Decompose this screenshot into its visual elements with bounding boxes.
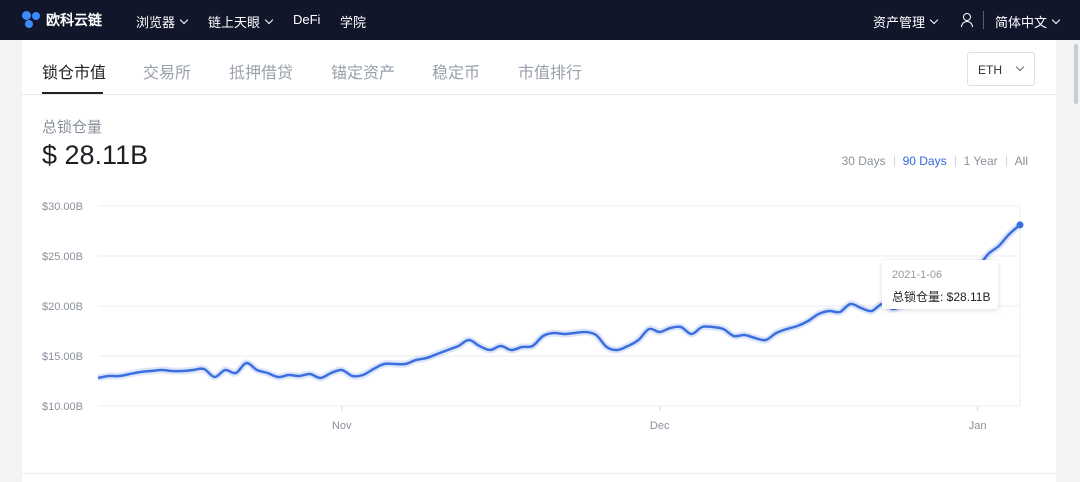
brand-name: 欧科云链 <box>46 12 102 28</box>
chevron-down-icon <box>1051 15 1061 24</box>
nav-defi-label: DeFi <box>293 12 321 27</box>
top-navbar: 欧科云链 浏览器 链上天眼 DeFi 学院 资产管理 简体中文 <box>0 0 1080 40</box>
y-tick-label: $25.00B <box>42 251 83 263</box>
range-divider <box>954 155 956 167</box>
nav-onchain-eye-label: 链上天眼 <box>208 15 261 30</box>
tooltip-date: 2021-1-06 <box>892 269 943 281</box>
time-range-selector: 30 Days 90 Days 1 Year All <box>842 154 1028 168</box>
range-30-days[interactable]: 30 Days <box>842 154 886 168</box>
tooltip-value: 总锁仓量: $28.11B <box>892 290 991 304</box>
nav-academy-label: 学院 <box>340 15 367 30</box>
language-label: 简体中文 <box>995 15 1048 30</box>
nav-defi[interactable]: DeFi <box>293 12 320 27</box>
tab-pegged-assets[interactable]: 锚定资产 <box>331 59 395 83</box>
language-selector[interactable]: 简体中文 <box>995 12 1061 31</box>
currency-select-value: ETH <box>978 63 1002 77</box>
tvl-value: $ 28.11B <box>42 140 149 170</box>
x-tick-label: Dec <box>650 420 670 432</box>
nav-onchain-eye[interactable]: 链上天眼 <box>208 12 274 31</box>
chevron-down-icon <box>179 15 189 24</box>
series-last-point[interactable] <box>1016 221 1024 229</box>
category-tabs: 锁仓市值 交易所 抵押借贷 锚定资产 稳定币 市值排行 ETH <box>22 40 1056 95</box>
tab-lending[interactable]: 抵押借贷 <box>229 59 293 83</box>
nav-asset-management[interactable]: 资产管理 <box>873 12 939 31</box>
tab-exchange[interactable]: 交易所 <box>143 59 191 83</box>
active-tab-indicator <box>42 92 103 94</box>
currency-select[interactable]: ETH <box>967 52 1035 86</box>
range-1-year[interactable]: 1 Year <box>964 154 998 168</box>
y-tick-label: $15.00B <box>42 351 83 363</box>
y-tick-label: $20.00B <box>42 301 83 313</box>
range-all[interactable]: All <box>1015 154 1028 168</box>
scrollbar-thumb[interactable] <box>1074 44 1078 104</box>
tab-market-cap-ranking[interactable]: 市值排行 <box>518 59 582 83</box>
nav-browser[interactable]: 浏览器 <box>136 12 189 31</box>
range-90-days[interactable]: 90 Days <box>903 154 947 168</box>
nav-academy[interactable]: 学院 <box>340 12 366 31</box>
tvl-line-chart[interactable]: $10.00B $15.00B $20.00B $25.00B $30.00B Nov De… <box>22 190 1056 440</box>
brand-logo[interactable]: 欧科云链 <box>22 11 102 29</box>
tvl-card: 锁仓市值 交易所 抵押借贷 锚定资产 稳定币 市值排行 ETH 总锁仓量 $ 2… <box>22 40 1056 482</box>
x-tick-label: Nov <box>332 420 352 432</box>
range-divider <box>1005 155 1007 167</box>
chevron-down-icon <box>929 15 939 24</box>
chart-tooltip: 2021-1-06 总锁仓量: $28.11B <box>882 260 998 309</box>
tab-stablecoins[interactable]: 稳定币 <box>432 59 480 83</box>
y-tick-label: $10.00B <box>42 401 83 413</box>
y-tick-label: $30.00B <box>42 201 83 213</box>
nav-asset-management-label: 资产管理 <box>873 15 926 30</box>
tvl-label: 总锁仓量 <box>42 119 103 136</box>
x-tick-label: Jan <box>969 420 987 432</box>
chevron-down-icon <box>1015 62 1025 72</box>
nav-browser-label: 浏览器 <box>136 15 176 30</box>
user-icon[interactable] <box>960 13 973 27</box>
tab-tvl[interactable]: 锁仓市值 <box>42 59 106 83</box>
card-divider <box>22 473 1056 474</box>
nav-divider <box>983 11 984 29</box>
range-divider <box>893 155 895 167</box>
logo-icon <box>22 11 42 29</box>
chevron-down-icon <box>264 15 274 24</box>
page-scrollbar[interactable] <box>1072 40 1080 482</box>
